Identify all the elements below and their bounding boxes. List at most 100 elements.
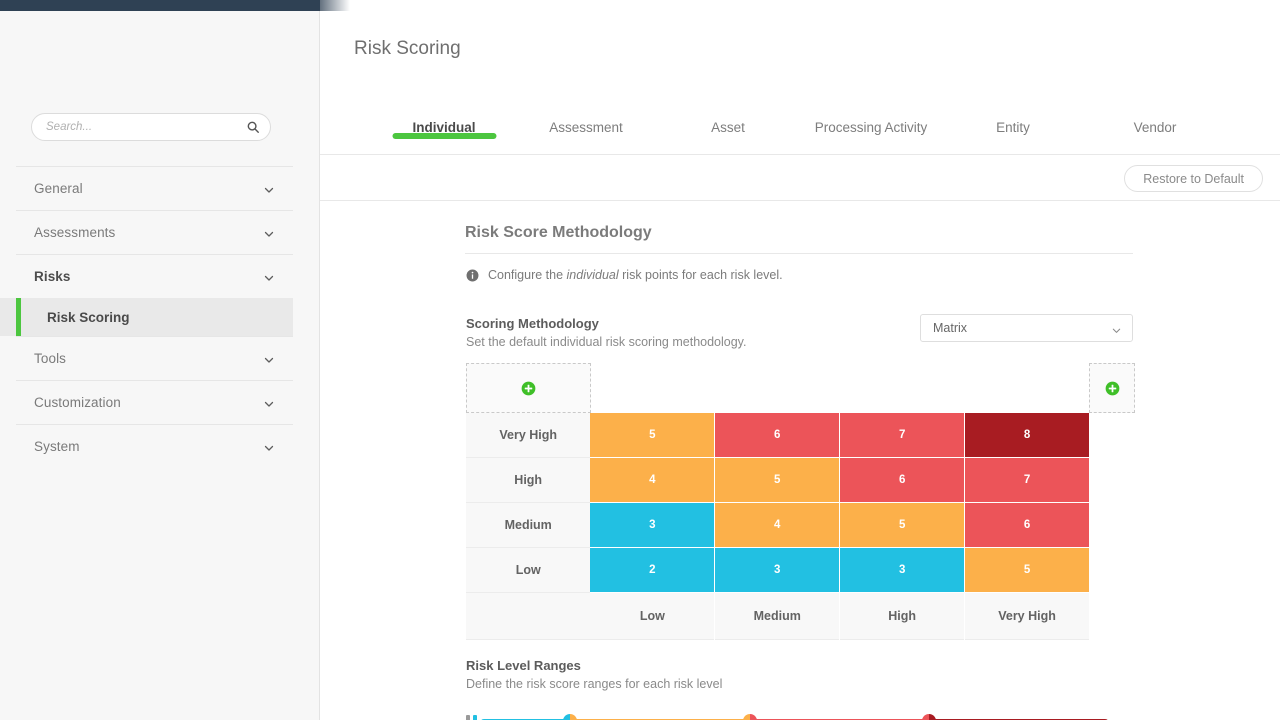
slider-thumb[interactable] [563,714,577,720]
sidebar-nav: General Assessments Risks Risk Scoring Tools… [16,166,293,468]
slider-thumb[interactable] [922,714,936,720]
sidebar-item-risk-scoring[interactable]: Risk Scoring [0,298,293,336]
sidebar-item-label: Tools [34,351,66,366]
matrix-row: Medium3456 [466,503,1089,548]
matrix-cell[interactable]: 6 [715,413,839,457]
matrix-cell[interactable]: 2 [590,548,714,592]
chevron-down-icon[interactable] [263,183,275,195]
sidebar-search[interactable] [31,113,271,141]
slider-start-caps [466,715,477,720]
info-text: Configure the individual risk points for… [488,268,783,282]
tab-bar: Individual Assessment Asset Processing Acti… [320,112,1280,155]
info-suffix: risk points for each risk level. [619,268,783,282]
risk-matrix: Very High5678High4567Medium3456Low2335Lo… [466,363,1135,640]
matrix-body: Very High5678High4567Medium3456Low2335Lo… [466,413,1089,640]
chevron-down-icon [1111,323,1122,334]
risk-level-ranges-description: Define the risk score ranges for each ri… [466,677,722,691]
matrix-cell[interactable]: 4 [715,503,839,547]
matrix-cell[interactable]: 6 [965,503,1089,547]
search-input[interactable] [46,121,246,133]
matrix-row: High4567 [466,458,1089,503]
chevron-down-icon[interactable] [263,353,275,365]
slider-thumb[interactable] [743,714,757,720]
tab-individual[interactable]: Individual [412,120,475,135]
sidebar-item-label: Assessments [34,225,115,240]
matrix-row: Very High5678 [466,413,1089,458]
matrix-cell[interactable]: 3 [590,503,714,547]
matrix-top-spacer [591,363,1088,413]
matrix-cell[interactable]: 3 [715,548,839,592]
matrix-row-label[interactable]: Very High [466,413,590,458]
matrix-cell[interactable]: 3 [840,548,964,592]
scoring-methodology-description: Set the default individual risk scoring … [466,335,746,349]
sidebar-item-assessments[interactable]: Assessments [16,210,293,254]
active-indicator-bar [16,298,21,336]
matrix-corner-cell [466,593,590,640]
scoring-methodology-select[interactable]: Matrix [920,314,1133,342]
sidebar-item-customization[interactable]: Customization [16,380,293,424]
sidebar-item-tools[interactable]: Tools [16,336,293,380]
plus-circle-icon [521,381,536,396]
add-column-button[interactable] [1089,363,1135,413]
page-title: Risk Scoring [354,38,461,60]
sidebar-subitem-label: Risk Scoring [47,310,130,325]
top-accent-bar-fade [310,0,350,11]
sidebar-item-label: General [34,181,83,196]
slider-cap-cyan [473,715,477,720]
sidebar-item-label: Risks [34,269,71,284]
matrix-row-label[interactable]: Low [466,548,590,593]
matrix-cell[interactable]: 5 [715,458,839,502]
info-note: Configure the individual risk points for… [466,268,783,282]
matrix-row-label[interactable]: Medium [466,503,590,548]
matrix-column-label[interactable]: Very High [965,593,1089,640]
chevron-down-icon[interactable] [263,271,275,283]
matrix-cell[interactable]: 7 [840,413,964,457]
matrix-cell[interactable]: 5 [590,413,714,457]
info-prefix: Configure the [488,268,567,282]
sidebar-item-system[interactable]: System [16,424,293,468]
matrix-cell[interactable]: 4 [590,458,714,502]
matrix-column-label[interactable]: High [840,593,964,640]
sidebar: General Assessments Risks Risk Scoring Tools… [0,11,320,720]
scoring-methodology-label: Scoring Methodology [466,316,599,331]
scoring-methodology-selected-value: Matrix [933,321,1111,335]
chevron-down-icon[interactable] [263,397,275,409]
matrix-cell[interactable]: 5 [965,548,1089,592]
tab-active-underline [392,133,496,139]
matrix-row: Low2335 [466,548,1089,593]
matrix-column-label[interactable]: Medium [715,593,839,640]
panel-title: Risk Score Methodology [465,224,652,242]
chevron-down-icon[interactable] [263,227,275,239]
app-root: General Assessments Risks Risk Scoring Tools… [0,0,1280,720]
restore-to-default-button[interactable]: Restore to Default [1124,165,1263,192]
sidebar-item-label: System [34,439,80,454]
plus-circle-icon [1105,381,1120,396]
chevron-down-icon[interactable] [263,441,275,453]
matrix-add-row-bar [466,363,1135,413]
sidebar-item-risks[interactable]: Risks [16,254,293,298]
matrix-column-label[interactable]: Low [590,593,714,640]
tab-vendor[interactable]: Vendor [1134,120,1177,135]
sidebar-item-label: Customization [34,395,121,410]
sub-toolbar: Restore to Default [320,155,1280,201]
risk-range-slider[interactable]: 23456789 [466,709,1109,720]
info-icon [466,269,479,282]
sidebar-item-general[interactable]: General [16,166,293,210]
tab-asset[interactable]: Asset [711,120,745,135]
risk-level-ranges-title: Risk Level Ranges [466,658,581,673]
top-accent-bar [0,0,320,11]
add-row-button[interactable] [466,363,591,413]
matrix-cell[interactable]: 5 [840,503,964,547]
matrix-cell[interactable]: 8 [965,413,1089,457]
matrix-cell[interactable]: 7 [965,458,1089,502]
tab-assessment[interactable]: Assessment [549,120,623,135]
main-content: Risk Scoring Individual Assessment Asset Pr… [320,11,1280,720]
search-box[interactable] [31,113,271,141]
info-emphasis: individual [567,268,619,282]
matrix-cell[interactable]: 6 [840,458,964,502]
search-icon[interactable] [246,120,260,134]
matrix-row-label[interactable]: High [466,458,590,503]
panel-divider [465,253,1133,254]
tab-processing-activity[interactable]: Processing Activity [815,120,928,135]
tab-entity[interactable]: Entity [996,120,1030,135]
